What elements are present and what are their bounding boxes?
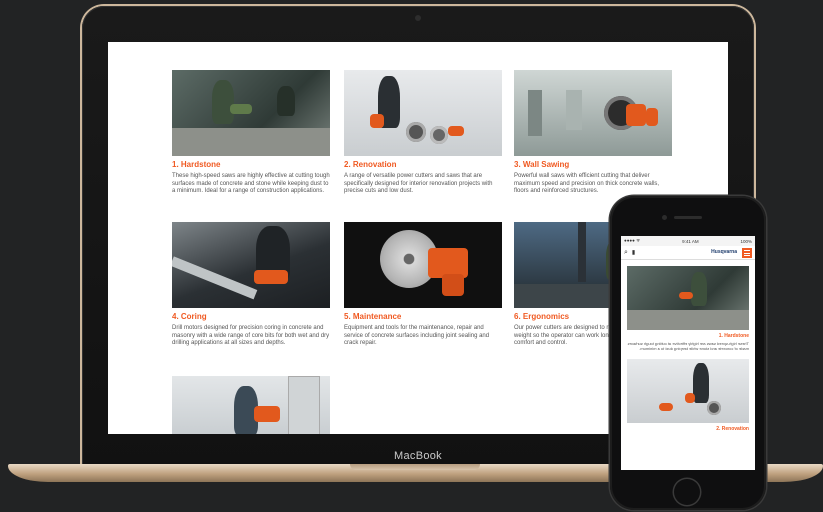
card-title[interactable]: 3. Wall Sawing <box>514 160 672 170</box>
card-title[interactable]: 1. Hardstone <box>172 160 330 170</box>
phone-section-title[interactable]: 2. Renovation <box>621 426 755 432</box>
card-text: Drill motors designed for precision cori… <box>172 325 330 347</box>
card-wall-sawing[interactable]: 3. Wall Sawing Powerful wall saws with e… <box>514 70 672 196</box>
card-title[interactable]: 2. Renovation <box>344 160 502 170</box>
phone-section-text: These high-speed saws are highly effecti… <box>627 341 749 351</box>
site-logo[interactable]: Husqvarna <box>711 249 737 255</box>
home-button[interactable] <box>674 479 700 505</box>
menu-icon[interactable] <box>742 248 752 258</box>
card-text: Equipment and tools for the maintenance,… <box>344 325 490 347</box>
phone-screen: ●●●● ᯤ 9:41 AM 100% ⌕ ▮ Husqvarna 1. Har… <box>621 236 755 470</box>
phone: ●●●● ᯤ 9:41 AM 100% ⌕ ▮ Husqvarna 1. Har… <box>610 196 766 510</box>
card-text: A range of versatile power cutters and s… <box>344 173 493 195</box>
card-title[interactable]: 5. Maintenance <box>344 312 502 322</box>
card-hardstone[interactable]: 1. Hardstone These high-speed saws are h… <box>172 70 330 196</box>
phone-section-title[interactable]: 1. Hardstone <box>621 333 755 339</box>
card-image-coring[interactable] <box>172 222 330 308</box>
card-title[interactable]: 4. Coring <box>172 312 330 322</box>
card-maintenance[interactable]: 5. Maintenance Equipment and tools for t… <box>344 222 502 348</box>
cart-icon[interactable]: ▮ <box>632 249 635 256</box>
card-image-maintenance[interactable] <box>344 222 502 308</box>
card-image-hardstone[interactable] <box>172 70 330 156</box>
base-notch <box>350 464 480 470</box>
camera-icon <box>415 15 421 21</box>
phone-camera-icon <box>662 215 667 220</box>
card-image-wall-sawing[interactable] <box>514 70 672 156</box>
search-icon[interactable]: ⌕ <box>624 249 628 257</box>
battery-level: 100% <box>740 238 752 244</box>
status-time: 9:41 AM <box>682 238 699 244</box>
card-text: These high-speed saws are highly effecti… <box>172 173 330 195</box>
phone-card-image[interactable] <box>627 266 749 330</box>
phone-card-image[interactable] <box>627 359 749 423</box>
card-drilling[interactable] <box>172 376 330 434</box>
card-text: Powerful wall saws with efficient cuttin… <box>514 173 660 195</box>
card-renovation[interactable]: 2. Renovation A range of versatile power… <box>344 70 502 196</box>
card-coring[interactable]: 4. Coring Drill motors designed for prec… <box>172 222 330 348</box>
status-bar: ●●●● ᯤ 9:41 AM 100% <box>621 236 755 246</box>
card-image-renovation[interactable] <box>344 70 502 156</box>
card-image-drilling[interactable] <box>172 376 330 434</box>
carrier-signal: ●●●● ᯤ <box>624 238 641 243</box>
phone-speaker <box>674 216 702 219</box>
phone-header: ⌕ ▮ Husqvarna <box>621 246 755 260</box>
